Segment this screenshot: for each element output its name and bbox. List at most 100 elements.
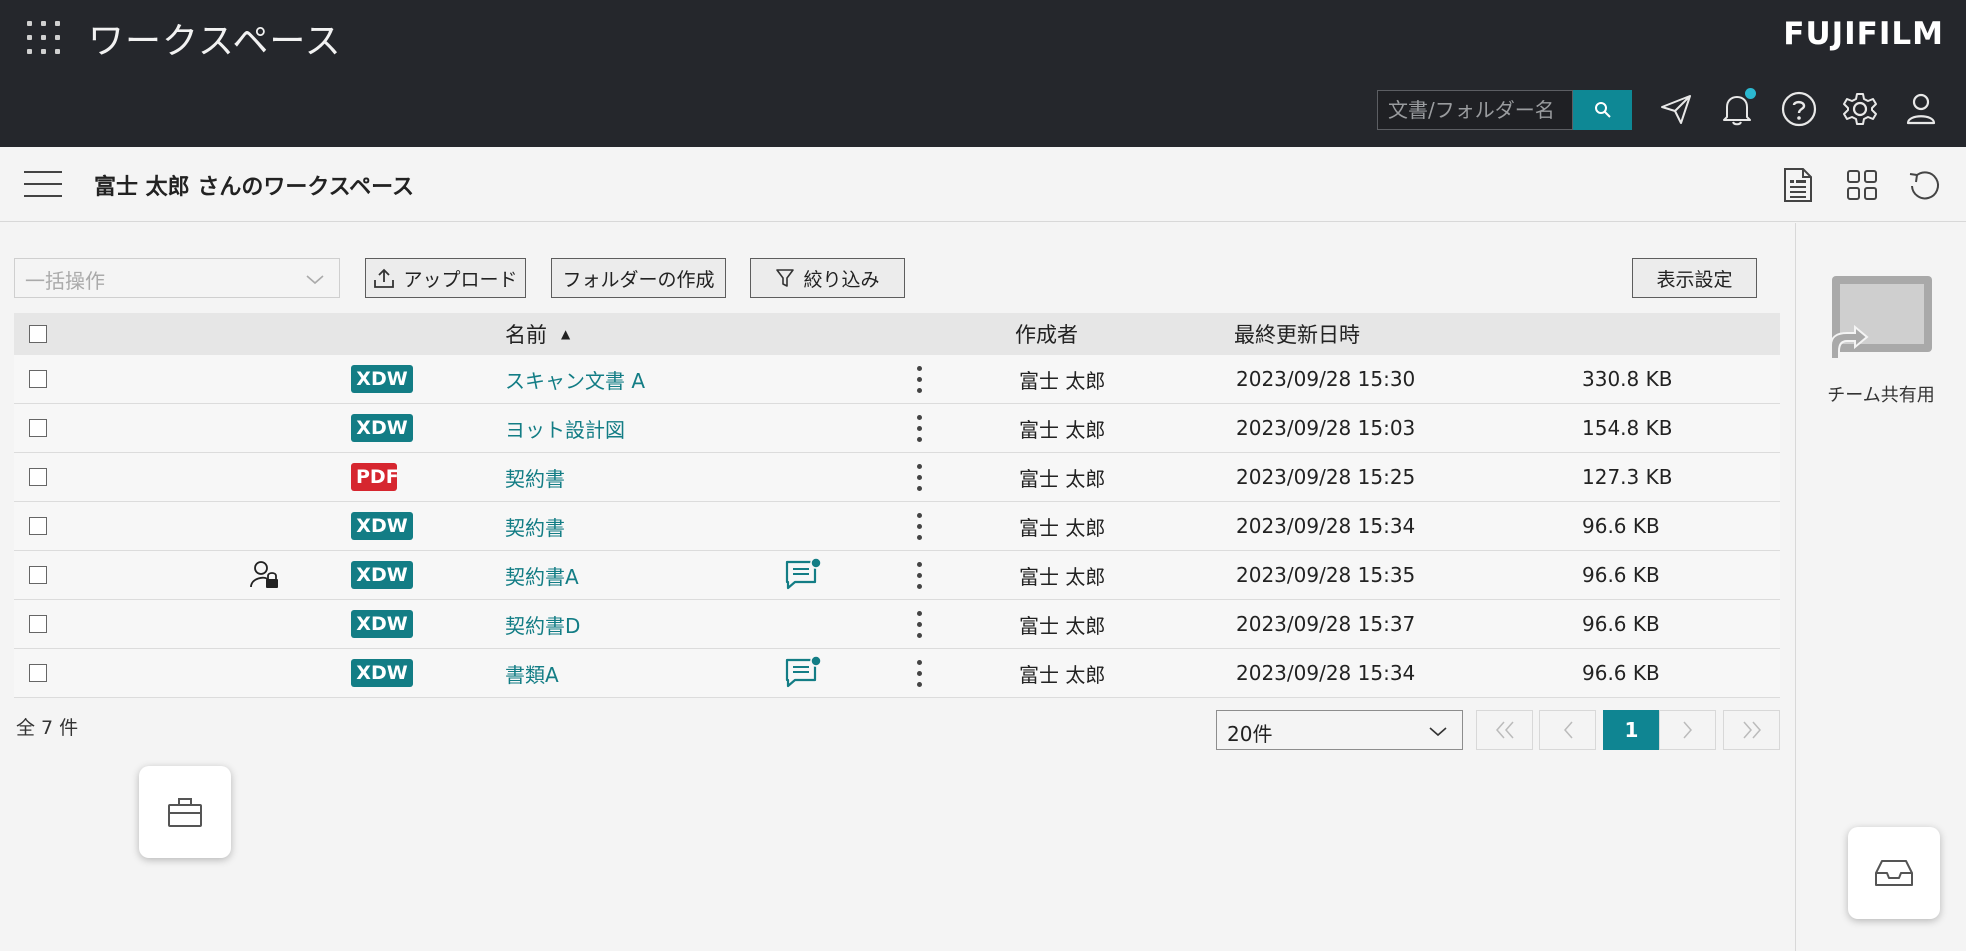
user-icon [1906, 93, 1936, 125]
row-checkbox[interactable] [29, 566, 47, 584]
display-settings-button[interactable]: 表示設定 [1632, 258, 1757, 298]
row-menu-icon[interactable] [917, 365, 922, 393]
updated-datetime: 2023/09/28 15:03 [1236, 416, 1416, 440]
page-1-button[interactable]: 1 [1603, 710, 1660, 750]
creator-name: 富士 太郎 [1019, 564, 1106, 589]
row-checkbox[interactable] [29, 664, 47, 682]
refresh-button[interactable] [1904, 165, 1944, 205]
briefcase-button[interactable] [139, 766, 231, 858]
table-row[interactable]: XDW 契約書 富士 太郎 2023/09/28 15:34 96.6 KB [14, 502, 1780, 551]
row-checkbox[interactable] [29, 419, 47, 437]
row-checkbox[interactable] [29, 615, 47, 633]
inbox-button[interactable] [1848, 827, 1940, 919]
file-name-link[interactable]: 契約書A [505, 561, 579, 590]
search-icon [1594, 102, 1611, 118]
current-page-number: 1 [1624, 718, 1639, 742]
updated-datetime: 2023/09/28 15:35 [1236, 563, 1416, 587]
row-checkbox[interactable] [29, 468, 47, 486]
chevron-left-icon [1563, 721, 1573, 739]
gear-icon [1843, 93, 1877, 125]
bulk-action-label: 一括操作 [25, 269, 105, 293]
file-name-link[interactable]: 契約書 [505, 512, 565, 541]
search-input[interactable] [1377, 90, 1573, 130]
table-row[interactable]: XDW 契約書D 富士 太郎 2023/09/28 15:37 96.6 KB [14, 600, 1780, 649]
last-page-button[interactable] [1723, 710, 1780, 750]
total-count: 全 7 件 [16, 717, 79, 739]
notification-button[interactable] [1714, 86, 1760, 132]
creator-name: 富士 太郎 [1019, 613, 1106, 638]
team-share-folder[interactable] [1829, 273, 1935, 363]
updated-datetime: 2023/09/28 15:37 [1236, 612, 1416, 636]
file-name-link[interactable]: スキャン文書 A [505, 365, 645, 394]
file-size: 330.8 KB [1582, 367, 1673, 391]
notification-dot [1745, 88, 1756, 99]
list-view-button[interactable] [1778, 165, 1818, 205]
menu-icon[interactable] [24, 169, 62, 199]
table-row[interactable]: XDW 書類A 富士 太郎 2023/09/28 15:34 96.6 KB [14, 649, 1780, 698]
row-checkbox[interactable] [29, 517, 47, 535]
file-size: 96.6 KB [1582, 612, 1660, 636]
updated-datetime: 2023/09/28 15:30 [1236, 367, 1416, 391]
select-all-checkbox[interactable] [29, 325, 47, 343]
row-menu-icon[interactable] [917, 610, 922, 638]
file-type-badge: XDW [351, 659, 413, 687]
refresh-icon [1909, 171, 1939, 200]
upload-label: アップロード [403, 268, 518, 291]
row-menu-icon[interactable] [917, 463, 922, 491]
row-menu-icon[interactable] [917, 561, 922, 589]
creator-column-header[interactable]: 作成者 [1015, 313, 1078, 355]
file-name-link[interactable]: 書類A [505, 659, 559, 688]
first-page-button[interactable] [1476, 710, 1533, 750]
table-row[interactable]: PDF 契約書 富士 太郎 2023/09/28 15:25 127.3 KB [14, 453, 1780, 502]
file-size: 127.3 KB [1582, 465, 1673, 489]
row-checkbox[interactable] [29, 370, 47, 388]
table-row[interactable]: XDW ヨット設計図 富士 太郎 2023/09/28 15:03 154.8 KB [14, 404, 1780, 453]
settings-button[interactable] [1837, 86, 1883, 132]
search-button[interactable] [1573, 90, 1632, 130]
file-table: 名前 ▲ 作成者 最終更新日時 XDW スキャン文書 A 富士 太郎 2023/09/… [14, 313, 1780, 698]
chevron-down-icon [1429, 727, 1447, 737]
grid-view-button[interactable] [1842, 165, 1882, 205]
filter-button[interactable]: 絞り込み [750, 258, 905, 298]
top-header: ワークスペース FUJIFILM [0, 0, 1966, 147]
file-type-badge: PDF [351, 463, 399, 491]
next-page-button[interactable] [1659, 710, 1716, 750]
updated-column-header[interactable]: 最終更新日時 [1234, 313, 1360, 355]
file-name-link[interactable]: ヨット設計図 [505, 414, 625, 443]
upload-button[interactable]: アップロード [365, 258, 526, 298]
file-size: 96.6 KB [1582, 661, 1660, 685]
name-column-label: 名前 [505, 323, 547, 347]
file-type-badge: XDW [351, 414, 413, 442]
name-column-header[interactable]: 名前 ▲ [505, 313, 570, 355]
per-page-select[interactable]: 20件 [1216, 710, 1463, 750]
prev-page-button[interactable] [1539, 710, 1596, 750]
create-folder-button[interactable]: フォルダーの作成 [551, 258, 726, 298]
creator-name: 富士 太郎 [1019, 515, 1106, 540]
row-menu-icon[interactable] [917, 414, 922, 442]
table-row[interactable]: XDW 契約書A 富士 太郎 2023/09/28 15:35 96.6 KB [14, 551, 1780, 600]
table-body: XDW スキャン文書 A 富士 太郎 2023/09/28 15:30 330.8 KB… [14, 355, 1780, 698]
filter-icon [776, 269, 795, 287]
help-button[interactable] [1776, 86, 1822, 132]
app-title: ワークスペース [88, 21, 342, 62]
briefcase-icon [168, 798, 202, 827]
team-share-label: チーム共有用 [1827, 385, 1935, 406]
help-icon [1781, 91, 1817, 127]
file-name-link[interactable]: 契約書 [505, 463, 565, 492]
shared-tray-icon [1830, 276, 1932, 360]
file-name-link[interactable]: 契約書D [505, 610, 580, 639]
bulk-action-select[interactable]: 一括操作 [14, 258, 340, 298]
page-title: 富士 太郎 さんのワークスペース [94, 175, 415, 200]
table-row[interactable]: XDW スキャン文書 A 富士 太郎 2023/09/28 15:30 330.8 KB [14, 355, 1780, 404]
updated-datetime: 2023/09/28 15:34 [1236, 514, 1416, 538]
row-menu-icon[interactable] [917, 512, 922, 540]
creator-column-label: 作成者 [1015, 323, 1078, 347]
app-grid-icon[interactable] [27, 21, 61, 55]
creator-name: 富士 太郎 [1019, 417, 1106, 442]
per-page-value: 20件 [1227, 722, 1273, 746]
send-button[interactable] [1653, 86, 1699, 132]
account-button[interactable] [1898, 86, 1944, 132]
creator-name: 富士 太郎 [1019, 368, 1106, 393]
updated-datetime: 2023/09/28 15:25 [1236, 465, 1416, 489]
row-menu-icon[interactable] [917, 659, 922, 687]
